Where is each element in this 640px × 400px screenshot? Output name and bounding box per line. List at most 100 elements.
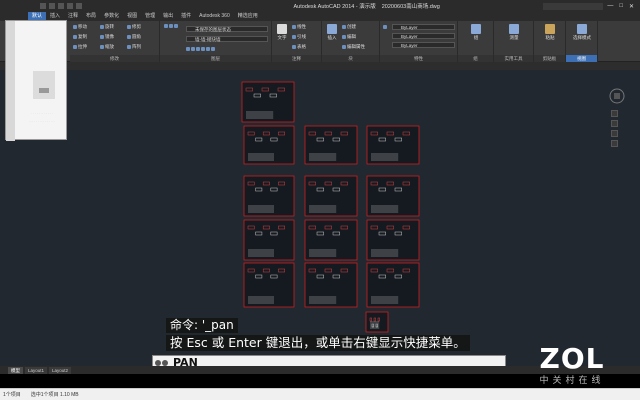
layer-dropdown[interactable]: 墙-墙-砌块墙 <box>186 36 268 42</box>
lineweight-dropdown[interactable]: ByLayer <box>392 33 455 39</box>
panel-title-block[interactable]: 块 <box>322 55 379 62</box>
panel-modify: 移动 旋转 修剪 复制 镜像 圆角 拉伸 缩放 阵列 修改 <box>70 21 160 62</box>
wrench-icon[interactable] <box>162 359 168 366</box>
tab-output[interactable]: 输出 <box>159 12 177 21</box>
pan-icon[interactable] <box>611 120 618 127</box>
group-button[interactable]: 组 <box>462 24 490 41</box>
trim-button[interactable]: 修剪 <box>127 24 141 30</box>
maximize-button[interactable]: □ <box>619 3 623 10</box>
palette-placeholder-text: · · · · · · · · · · · · <box>31 111 53 115</box>
move-label: 移动 <box>78 24 87 29</box>
layer-tools[interactable] <box>164 24 178 28</box>
tab-manage[interactable]: 管理 <box>141 12 159 21</box>
orbit-icon[interactable] <box>611 140 618 147</box>
fillet-label: 圆角 <box>132 34 141 39</box>
rotate-icon <box>100 25 104 29</box>
tab-layout1[interactable]: Layout1 <box>25 366 48 374</box>
drawing-sheet <box>304 175 358 217</box>
paste-button[interactable]: 粘贴 <box>537 24 563 41</box>
panel-title-view[interactable]: 视图 <box>566 55 597 62</box>
measure-button[interactable]: 测量 <box>498 24 530 41</box>
panel-clipboard: 粘贴 剪贴板 <box>534 21 566 62</box>
copy-icon <box>73 35 77 39</box>
create-icon <box>342 25 346 29</box>
drawing-canvas[interactable] <box>0 70 640 370</box>
panel-title-modify[interactable]: 修改 <box>70 55 159 62</box>
tab-featured-apps[interactable]: 精选应用 <box>234 12 262 21</box>
panel-title-groups[interactable]: 组 <box>458 55 493 62</box>
panel-title-properties[interactable]: 特性 <box>380 55 457 62</box>
panel-title-clipboard[interactable]: 剪贴板 <box>534 55 565 62</box>
paste-icon <box>545 24 555 34</box>
app-name: Autodesk AutoCAD 2014 - 演示版 <box>293 4 376 10</box>
steering-wheel-icon[interactable] <box>611 110 618 117</box>
layer-state-icon <box>169 24 173 28</box>
create-block-button[interactable]: 创建 <box>342 24 356 30</box>
panel-title-layers[interactable]: 图层 <box>160 55 271 62</box>
drawing-sheet <box>241 81 295 123</box>
edit-attributes-button[interactable]: 编辑属性 <box>342 44 365 50</box>
subtitle-line-2: 按 Esc 或 Enter 键退出，或单击右键显示快捷菜单。 <box>166 335 470 351</box>
save-icon[interactable] <box>58 3 64 9</box>
tab-view[interactable]: 视图 <box>123 12 141 21</box>
panel-groups: 组 组 <box>458 21 494 62</box>
rotate-button[interactable]: 旋转 <box>100 24 114 30</box>
file-tab-bar <box>0 62 640 70</box>
close-command-icon[interactable] <box>155 359 161 366</box>
redo-icon[interactable] <box>76 3 82 9</box>
move-button[interactable]: 移动 <box>73 24 87 30</box>
panel-title-annotation[interactable]: 注释 <box>272 55 321 62</box>
copy-button[interactable]: 复制 <box>73 34 87 40</box>
attributes-label: 编辑属性 <box>347 44 365 49</box>
array-button[interactable]: 阵列 <box>127 44 141 50</box>
layer-buttons[interactable] <box>186 47 215 51</box>
linear-dim-button[interactable]: 线性 <box>292 24 306 30</box>
close-button[interactable]: ✕ <box>629 3 634 10</box>
tab-autodesk-360[interactable]: Autodesk 360 <box>195 12 234 21</box>
linetype-dropdown[interactable]: ByLayer <box>392 42 455 48</box>
palette-placeholder-text-2: · · · · · · · · · · · · · · · <box>28 119 56 123</box>
leader-button[interactable]: 引线 <box>292 34 306 40</box>
fillet-icon <box>127 35 131 39</box>
tab-plugins[interactable]: 插件 <box>177 12 195 21</box>
selection-mode-button[interactable]: 选择模式 <box>569 24 595 41</box>
tool-palette[interactable]: · · · · · · · · · · · · · · · · · · · · … <box>5 20 67 141</box>
drawing-sheet <box>304 125 358 165</box>
insert-button[interactable]: 插入 <box>325 24 339 41</box>
open-icon[interactable] <box>49 3 55 9</box>
text-label: 文字 <box>277 35 287 40</box>
new-icon[interactable] <box>40 3 46 9</box>
quick-access-toolbar[interactable] <box>0 0 190 12</box>
drawing-sheet <box>366 125 420 165</box>
tab-model[interactable]: 模型 <box>8 366 23 374</box>
tab-layout2[interactable]: Layout2 <box>49 366 72 374</box>
group-label: 组 <box>473 35 479 40</box>
undo-icon[interactable] <box>67 3 73 9</box>
search-input[interactable] <box>543 2 604 10</box>
mirror-button[interactable]: 镜像 <box>100 34 114 40</box>
color-dropdown[interactable]: ByLayer <box>392 24 455 30</box>
palette-sidebar[interactable] <box>6 21 15 141</box>
match-properties-icon <box>383 25 387 29</box>
command-line-tools[interactable] <box>153 359 171 366</box>
stretch-button[interactable]: 拉伸 <box>73 44 87 50</box>
minimize-button[interactable]: — <box>607 3 613 10</box>
fillet-button[interactable]: 圆角 <box>127 34 141 40</box>
match-properties-button[interactable] <box>383 25 387 29</box>
table-button[interactable]: 表格 <box>292 44 306 50</box>
drawing-sheet <box>365 311 389 333</box>
tab-layout[interactable]: 布局 <box>82 12 100 21</box>
mirror-icon <box>100 35 104 39</box>
panel-utilities: 测量 实用工具 <box>494 21 534 62</box>
attributes-icon <box>342 45 346 49</box>
panel-title-utilities[interactable]: 实用工具 <box>494 55 533 62</box>
table-label: 表格 <box>297 44 306 49</box>
text-button[interactable]: 文字 <box>275 24 289 41</box>
zoom-icon[interactable] <box>611 130 618 137</box>
edit-block-button[interactable]: 编辑 <box>342 34 356 40</box>
layer-state-dropdown[interactable]: 未保存的图层状态 <box>186 26 268 32</box>
scale-button[interactable]: 缩放 <box>100 44 114 50</box>
tab-parametric[interactable]: 参数化 <box>100 12 123 21</box>
title-bar: Autodesk AutoCAD 2014 - 演示版 20200603南山商场… <box>0 0 640 12</box>
viewcube-icon[interactable] <box>607 86 627 106</box>
